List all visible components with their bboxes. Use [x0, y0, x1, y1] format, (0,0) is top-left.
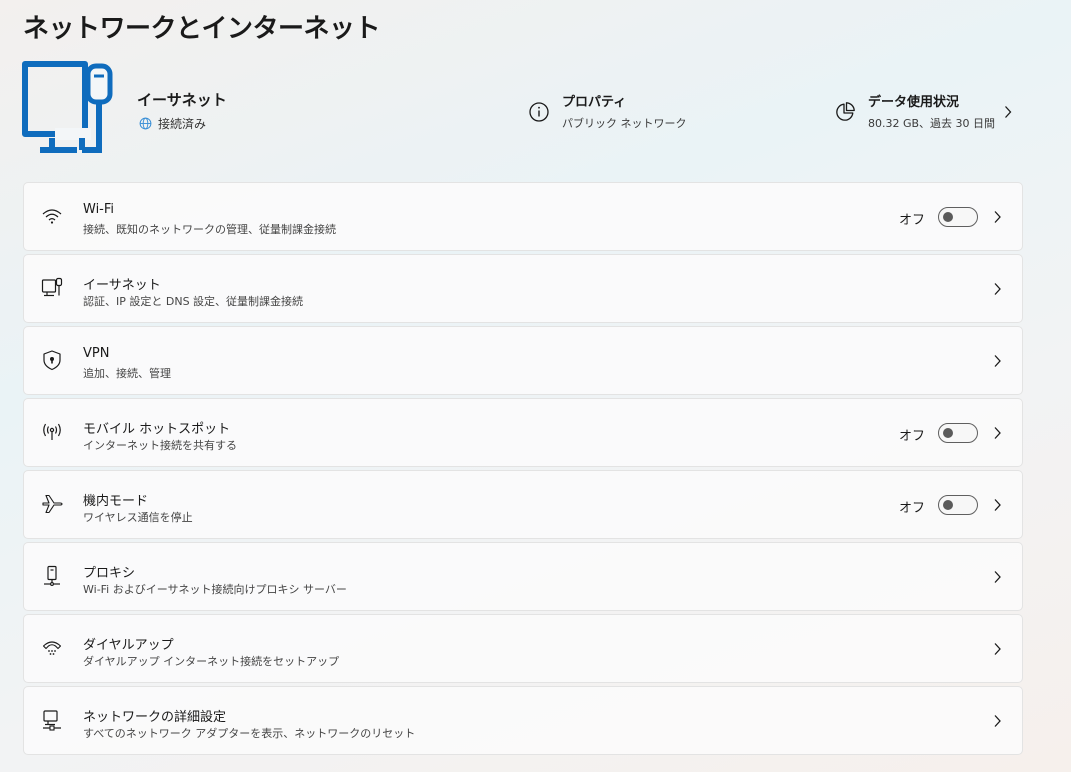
airplane-mode-subtitle: ワイヤレス通信を停止: [83, 511, 193, 524]
ethernet-subtitle: 認証、IP 設定と DNS 設定、従量制課金接続: [83, 295, 304, 308]
properties-subtitle: パブリック ネットワーク: [562, 117, 687, 130]
chevron-right-icon: [994, 355, 1001, 367]
dialup-subtitle: ダイヤルアップ インターネット接続をセットアップ: [83, 655, 340, 668]
vpn-title: VPN: [83, 346, 110, 361]
chevron-right-icon: [994, 643, 1001, 655]
connection-status-text: 接続済み: [158, 117, 207, 131]
hotspot-icon: [43, 423, 61, 440]
info-icon: [529, 102, 549, 122]
mobile-hotspot-setting[interactable]: モバイル ホットスポット インターネット接続を共有する オフ: [23, 398, 1023, 467]
advanced-network-subtitle: すべてのネットワーク アダプターを表示、ネットワークのリセット: [83, 727, 416, 740]
airplane-mode-title: 機内モード: [83, 494, 149, 509]
mobile-hotspot-title: モバイル ホットスポット: [83, 422, 231, 437]
ethernet-title: イーサネット: [83, 278, 161, 293]
toggle-knob: [943, 212, 953, 222]
toggle-knob: [943, 428, 953, 438]
connection-summary: イーサネット 接続済み プロパティ パブリック ネットワーク データ使用状況 8…: [22, 60, 1022, 160]
properties-title: プロパティ: [562, 95, 627, 110]
airplane-mode-state: オフ: [898, 501, 925, 516]
mobile-hotspot-subtitle: インターネット接続を共有する: [83, 439, 237, 452]
vpn-shield-icon: [43, 350, 61, 371]
chevron-right-icon: [994, 499, 1001, 511]
advanced-network-title: ネットワークの詳細設定: [83, 710, 227, 725]
ethernet-setting[interactable]: イーサネット 認証、IP 設定と DNS 設定、従量制課金接続: [23, 254, 1023, 323]
toggle-knob: [943, 500, 953, 510]
dialup-title: ダイヤルアップ: [83, 638, 174, 653]
ethernet-icon: [41, 277, 63, 297]
properties-link[interactable]: プロパティ パブリック ネットワーク: [528, 91, 687, 131]
pie-chart-icon: [836, 102, 855, 121]
wifi-state: オフ: [898, 213, 925, 228]
dialup-setting[interactable]: ダイヤルアップ ダイヤルアップ インターネット接続をセットアップ: [23, 614, 1023, 683]
connection-status: 接続済み: [139, 115, 206, 132]
data-usage-subtitle: 80.32 GB、過去 30 日間: [868, 117, 996, 130]
chevron-right-icon: [994, 715, 1001, 727]
advanced-network-setting[interactable]: ネットワークの詳細設定 すべてのネットワーク アダプターを表示、ネットワークのリ…: [23, 686, 1023, 755]
mobile-hotspot-toggle[interactable]: [938, 423, 978, 443]
wifi-setting[interactable]: Wi-Fi 接続、既知のネットワークの管理、従量制課金接続 オフ: [23, 182, 1023, 251]
dialup-icon: [42, 641, 62, 655]
proxy-title: プロキシ: [83, 566, 136, 581]
proxy-icon: [44, 565, 60, 586]
connection-name: イーサネット: [137, 91, 227, 109]
proxy-subtitle: Wi-Fi およびイーサネット接続向けプロキシ サーバー: [83, 583, 347, 596]
airplane-icon: [42, 494, 63, 514]
chevron-right-icon: [994, 427, 1001, 439]
page-title: ネットワークとインターネット: [23, 14, 381, 44]
proxy-setting[interactable]: プロキシ Wi-Fi およびイーサネット接続向けプロキシ サーバー: [23, 542, 1023, 611]
ethernet-computer-icon: [22, 61, 113, 153]
wifi-icon: [42, 209, 62, 224]
data-usage-link[interactable]: データ使用状況 80.32 GB、過去 30 日間: [834, 91, 1012, 131]
chevron-right-icon: [994, 283, 1001, 295]
chevron-right-icon: [1005, 106, 1012, 118]
settings-list: Wi-Fi 接続、既知のネットワークの管理、従量制課金接続 オフ イーサネット …: [23, 182, 1023, 758]
advanced-network-icon: [43, 710, 61, 731]
vpn-setting[interactable]: VPN 追加、接続、管理: [23, 326, 1023, 395]
airplane-mode-toggle[interactable]: [938, 495, 978, 515]
wifi-subtitle: 接続、既知のネットワークの管理、従量制課金接続: [83, 223, 336, 236]
airplane-mode-setting[interactable]: 機内モード ワイヤレス通信を停止 オフ: [23, 470, 1023, 539]
mobile-hotspot-state: オフ: [898, 429, 925, 444]
wifi-title: Wi-Fi: [83, 202, 115, 217]
chevron-right-icon: [994, 571, 1001, 583]
vpn-subtitle: 追加、接続、管理: [83, 367, 171, 380]
wifi-toggle[interactable]: [938, 207, 978, 227]
chevron-right-icon: [994, 211, 1001, 223]
data-usage-title: データ使用状況: [868, 95, 960, 110]
globe-icon: [139, 117, 152, 130]
